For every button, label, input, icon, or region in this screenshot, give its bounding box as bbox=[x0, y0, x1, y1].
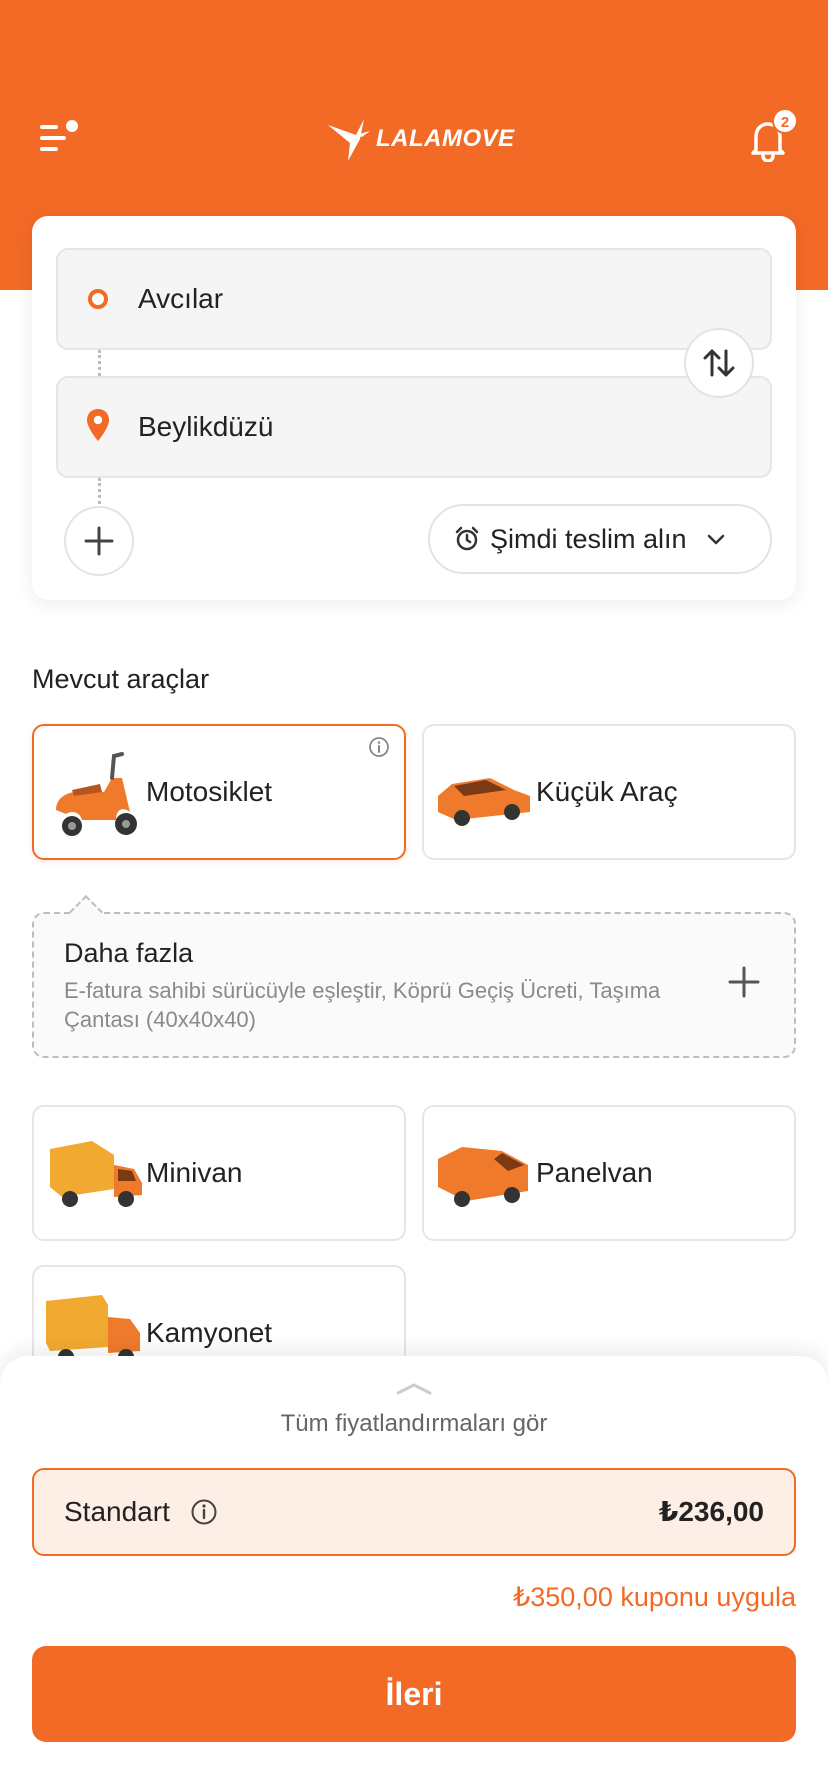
panelvan-icon bbox=[438, 1147, 528, 1207]
vehicle-option-minivan[interactable]: Minivan bbox=[32, 1105, 406, 1241]
vehicle-option-motorcycle[interactable]: Motosiklet bbox=[32, 724, 406, 860]
schedule-label: Şimdi teslim alın bbox=[490, 523, 687, 554]
vehicle-label: Minivan bbox=[146, 1157, 243, 1188]
more-options-box[interactable]: Daha fazla E-fatura sahibi sürücüyle eşl… bbox=[32, 895, 796, 1058]
pickup-text: Avcılar bbox=[138, 283, 224, 314]
vehicle-label: Panelvan bbox=[536, 1157, 653, 1188]
route-card: Avcılar Beylikdüzü Şimdi teslim alın bbox=[32, 216, 796, 600]
pricing-bottom-sheet: Tüm fiyatlandırmaları gör Standart ₺236,… bbox=[0, 1356, 828, 1792]
chevron-up-icon[interactable] bbox=[394, 1378, 434, 1398]
car-icon bbox=[438, 778, 530, 826]
more-options-title: Daha fazla bbox=[64, 938, 194, 968]
vehicle-option-small-car[interactable]: Küçük Araç bbox=[422, 724, 796, 860]
brand-name: LALAMOVE bbox=[376, 125, 515, 152]
chevron-down-icon bbox=[707, 534, 724, 545]
vehicle-label: Küçük Araç bbox=[536, 776, 678, 807]
more-options-pointer bbox=[69, 895, 103, 929]
swap-stops-button[interactable] bbox=[684, 328, 754, 398]
hummingbird-logo-icon bbox=[328, 119, 370, 161]
location-pin-icon bbox=[87, 409, 109, 441]
plus-icon[interactable] bbox=[726, 964, 762, 1000]
origin-circle-icon bbox=[88, 289, 108, 309]
route-connector bbox=[98, 478, 101, 504]
more-options-description: E-fatura sahibi sürücüyle eşleştir, Köpr… bbox=[64, 978, 661, 1032]
next-button[interactable]: İleri bbox=[32, 1646, 796, 1742]
add-stop-button[interactable] bbox=[64, 506, 134, 576]
info-icon[interactable] bbox=[368, 736, 390, 758]
brand-logo: LALAMOVE bbox=[326, 114, 515, 164]
vehicles-section-title: Mevcut araçlar bbox=[32, 664, 210, 694]
vehicle-option-panelvan[interactable]: Panelvan bbox=[422, 1105, 796, 1241]
plus-icon bbox=[84, 526, 114, 556]
route-connector bbox=[98, 350, 101, 376]
swap-arrows-icon bbox=[703, 349, 735, 377]
dropoff-field[interactable]: Beylikdüzü bbox=[56, 376, 772, 478]
pickup-field[interactable]: Avcılar bbox=[56, 248, 772, 350]
see-all-pricing-link[interactable]: Tüm fiyatlandırmaları gör bbox=[0, 1410, 828, 1438]
alarm-clock-icon bbox=[455, 526, 479, 551]
info-icon[interactable] bbox=[190, 1498, 218, 1526]
price-option-standard[interactable]: Standart ₺236,00 bbox=[32, 1468, 796, 1556]
motorcycle-icon bbox=[56, 752, 137, 836]
minivan-icon bbox=[50, 1141, 142, 1207]
dropoff-text: Beylikdüzü bbox=[138, 411, 274, 442]
price-value: ₺236,00 bbox=[658, 1496, 764, 1527]
notification-badge: 2 bbox=[772, 108, 798, 134]
schedule-button[interactable]: Şimdi teslim alın bbox=[428, 504, 772, 574]
menu-notification-dot bbox=[66, 120, 78, 132]
vehicle-label: Motosiklet bbox=[146, 776, 273, 807]
price-tier-label: Standart bbox=[64, 1496, 170, 1527]
apply-coupon-link[interactable]: ₺350,00 kuponu uygula bbox=[513, 1582, 796, 1613]
